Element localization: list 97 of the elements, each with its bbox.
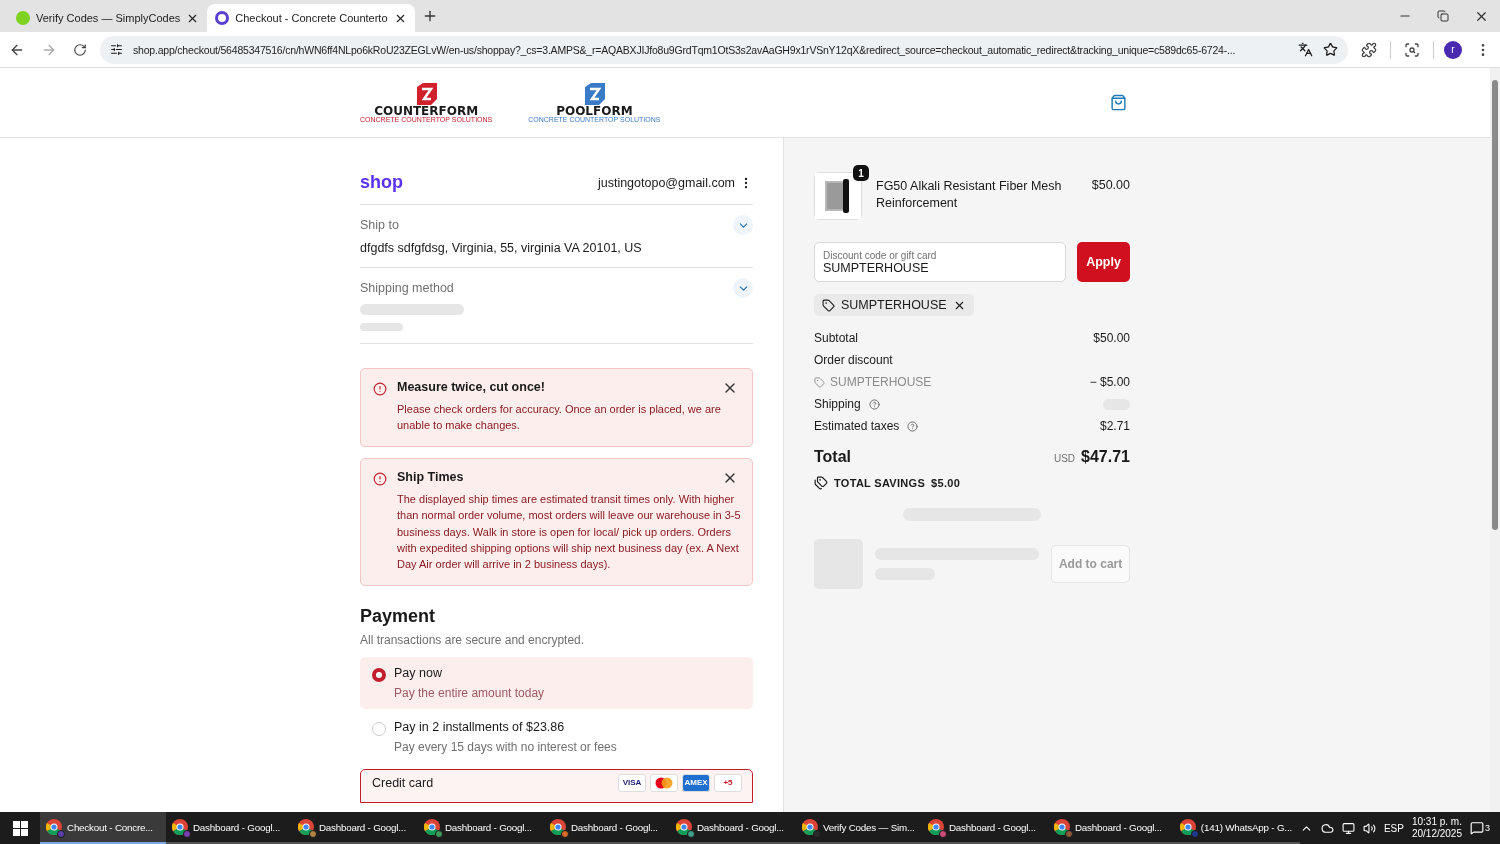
method-label: Credit card <box>372 775 434 790</box>
tags-icon <box>814 476 828 490</box>
total-label: Total <box>814 448 852 466</box>
notice-text: Please check orders for accuracy. Once an order is placed, we are unable to make changes. <box>397 402 722 434</box>
taskbar-item[interactable]: Checkout - Concre... <box>40 812 166 844</box>
reload-icon[interactable] <box>73 42 87 57</box>
alert-icon <box>373 382 387 396</box>
chrome-icon <box>172 819 188 835</box>
total-amount: $47.71 <box>1081 448 1130 466</box>
chrome-icon <box>927 819 944 835</box>
help-icon[interactable] <box>868 398 880 410</box>
discount-code: SUMPTERHOUSE <box>830 375 932 389</box>
logo-name: COUNTERFORM <box>374 104 479 117</box>
scrollbar[interactable] <box>1490 68 1500 812</box>
language-indicator[interactable]: ESP <box>1383 822 1404 834</box>
discount-code: SUMPTERHOUSE <box>841 298 947 312</box>
quantity-badge: 1 <box>853 165 869 181</box>
chrome-icon <box>1053 819 1070 835</box>
option-label: Pay now <box>394 665 443 682</box>
taskbar-item[interactable]: Dashboard - Googl... <box>1047 812 1174 844</box>
payment-option[interactable]: Pay in 2 installments of $23.86 Pay every 15 days with no interest or fees <box>360 710 753 763</box>
summary-label: Subtotal <box>814 331 859 345</box>
windows-start-icon[interactable] <box>12 820 28 836</box>
discount-field[interactable]: Discount code or gift card SUMPTERHOUSE <box>814 242 1066 282</box>
product-price: $50.00 <box>1091 177 1130 192</box>
summary-value: $50.00 <box>1093 331 1130 345</box>
notice-title: Ship Times <box>397 469 465 486</box>
site-settings-icon[interactable] <box>110 43 123 56</box>
alert-icon <box>373 471 387 486</box>
summary-value: $2.71 <box>1099 419 1130 433</box>
cloud-icon[interactable] <box>1320 821 1334 835</box>
chrome-icon <box>423 819 440 835</box>
browser-tab[interactable]: Checkout - Concrete Counterto <box>207 4 415 32</box>
overlapping-circles-icon <box>655 776 673 789</box>
tag-icon <box>822 298 835 312</box>
summary-label: Shipping <box>814 397 861 411</box>
option-detail: Pay every 15 days with no interest or fees <box>394 739 618 754</box>
account-email: justingotopo@gmail.com <box>597 175 735 190</box>
help-icon[interactable] <box>907 420 919 432</box>
discount-input[interactable]: SUMPTERHOUSE <box>823 260 1057 275</box>
chrome-icon <box>801 819 818 835</box>
taskbar-item[interactable]: Dashboard - Googl... <box>921 812 1048 844</box>
url-text: shop.app/checkout/56485347516/cn/hWN6ff4NLpo6kRoU23ZEGLvW/en-us/shoppay?_cs=3.AMPS&_r=AQABXJIJfo8u9GrdTqm1OtS3s2avAaGH9x1rVSnY12qX&redirect_source=checkout_automatic_redirect&tracking_unique=c589dc65-6724-... <box>133 43 1237 56</box>
chrome-icon <box>549 819 566 835</box>
payment-option[interactable]: Pay now Pay the entire amount today <box>360 656 753 709</box>
bag-icon[interactable] <box>1110 94 1127 111</box>
savings-label: TOTAL SAVINGS <box>834 477 926 489</box>
section-label: Shipping method <box>360 281 454 295</box>
profile-avatar[interactable]: r <box>1444 40 1462 59</box>
network-icon[interactable] <box>1341 821 1355 835</box>
taskbar-item[interactable]: Dashboard - Googl... <box>166 812 292 844</box>
currency-code: USD <box>1053 453 1076 464</box>
address-text: dfgdfs sdfgfdsg, Virginia, 55, virginia VA 20101, US <box>360 241 643 255</box>
card-logo: VISA <box>618 773 646 792</box>
search-icon[interactable] <box>1404 41 1420 58</box>
savings-amount: $5.00 <box>931 477 961 489</box>
section-title: Payment <box>360 605 437 627</box>
translate-icon[interactable] <box>1298 42 1313 57</box>
radio-button[interactable] <box>372 667 386 682</box>
star-icon[interactable] <box>1323 42 1338 57</box>
section-label: Ship to <box>360 218 399 232</box>
more-cards-badge: +5 <box>714 773 742 792</box>
field-label: Discount code or gift card <box>823 249 938 261</box>
restore-icon[interactable] <box>1437 10 1449 22</box>
taskbar-item[interactable]: Dashboard - Googl... <box>417 812 544 844</box>
logo-name: POOLFORM <box>556 104 633 117</box>
summary-value: − $5.00 <box>1089 375 1130 389</box>
product-name: FG50 Alkali Resistant Fiber Mesh Reinforcement <box>876 178 1063 211</box>
notice-title: Measure twice, cut once! <box>397 380 546 396</box>
card-logo: AMEX <box>682 773 710 792</box>
volume-icon[interactable] <box>1362 821 1376 835</box>
favicon-icon <box>16 11 30 25</box>
payment-method[interactable]: Credit card VISA AMEX +5 <box>360 768 753 803</box>
taskbar-item[interactable]: Verify Codes — Sim... <box>795 812 922 844</box>
option-label: Pay in 2 installments of $23.86 <box>394 719 566 736</box>
chrome-icon <box>1179 819 1196 835</box>
favicon-icon <box>215 11 230 25</box>
browser-tab[interactable]: Verify Codes — SimplyCodes <box>8 4 208 32</box>
chrome-icon <box>675 819 692 835</box>
address-bar[interactable] <box>100 35 1348 64</box>
extensions-icon[interactable] <box>1361 41 1377 58</box>
summary-label: Estimated taxes <box>814 419 900 433</box>
chrome-icon <box>46 819 62 835</box>
taskbar-item[interactable]: Dashboard - Googl... <box>543 812 670 844</box>
chrome-icon <box>297 819 314 835</box>
taskbar-item[interactable]: Dashboard - Googl... <box>291 812 418 844</box>
notice-text: The displayed ship times are estimated transit times only. With higher than normal order volume, most orders will leave our warehouse in 3-5 business days. Walk in store is open for local/ pick up orders. Orders with expedited shipping options will ship next business day (ex. A Next Day Air order will arrive in 2 business days). <box>397 491 742 573</box>
taskbar-item[interactable]: (141) WhatsApp - G... <box>1173 812 1300 844</box>
clock[interactable]: 10:31 p. m. 20/12/2025 <box>1411 816 1462 840</box>
tag-icon <box>814 376 825 388</box>
option-detail: Pay the entire amount today <box>394 685 546 700</box>
apply-button[interactable]: Apply <box>1077 242 1130 282</box>
shop-logo: shop <box>360 172 403 193</box>
section-subtitle: All transactions are secure and encrypted. <box>360 632 586 647</box>
taskbar-item[interactable]: Dashboard - Googl... <box>669 812 796 844</box>
loading-placeholder <box>360 323 403 331</box>
summary-label: Order discount <box>814 353 893 367</box>
